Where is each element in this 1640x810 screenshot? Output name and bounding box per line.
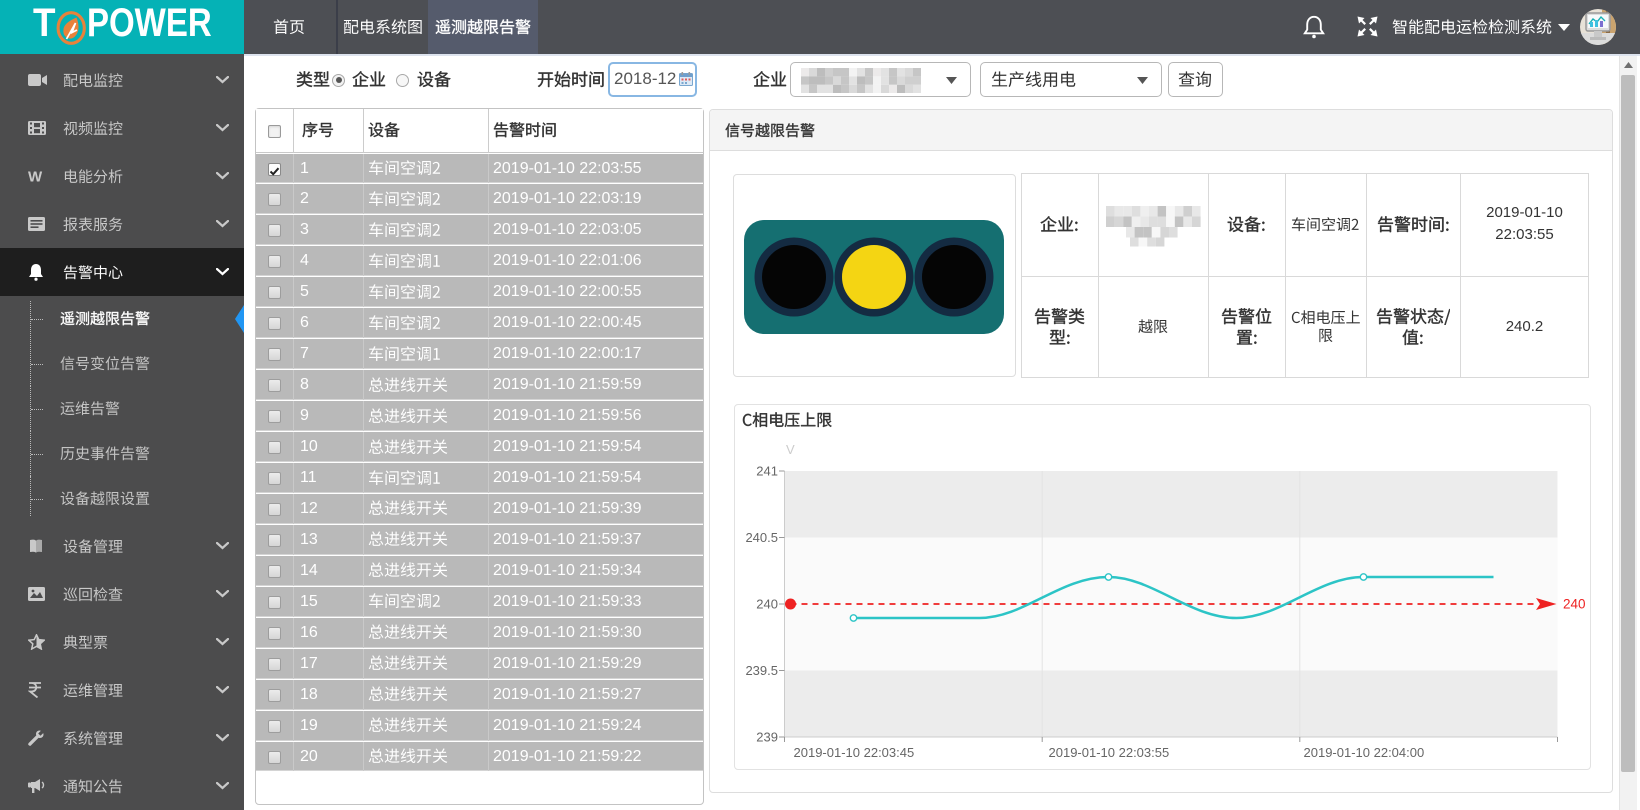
svg-text:239: 239 xyxy=(756,730,778,745)
svg-text:240.5: 240.5 xyxy=(745,530,778,545)
svg-text:2019-01-10 22:03:55: 2019-01-10 22:03:55 xyxy=(1048,745,1169,760)
svg-text:V: V xyxy=(786,442,795,457)
svg-text:2019-01-10 22:03:45: 2019-01-10 22:03:45 xyxy=(793,745,914,760)
svg-text:240: 240 xyxy=(1563,597,1586,612)
svg-text:239.5: 239.5 xyxy=(745,663,778,678)
svg-text:2019-01-10 22:04:00: 2019-01-10 22:04:00 xyxy=(1303,745,1424,760)
svg-text:W: W xyxy=(28,169,43,183)
svg-text:240: 240 xyxy=(756,597,778,612)
svg-text:241: 241 xyxy=(756,464,778,479)
